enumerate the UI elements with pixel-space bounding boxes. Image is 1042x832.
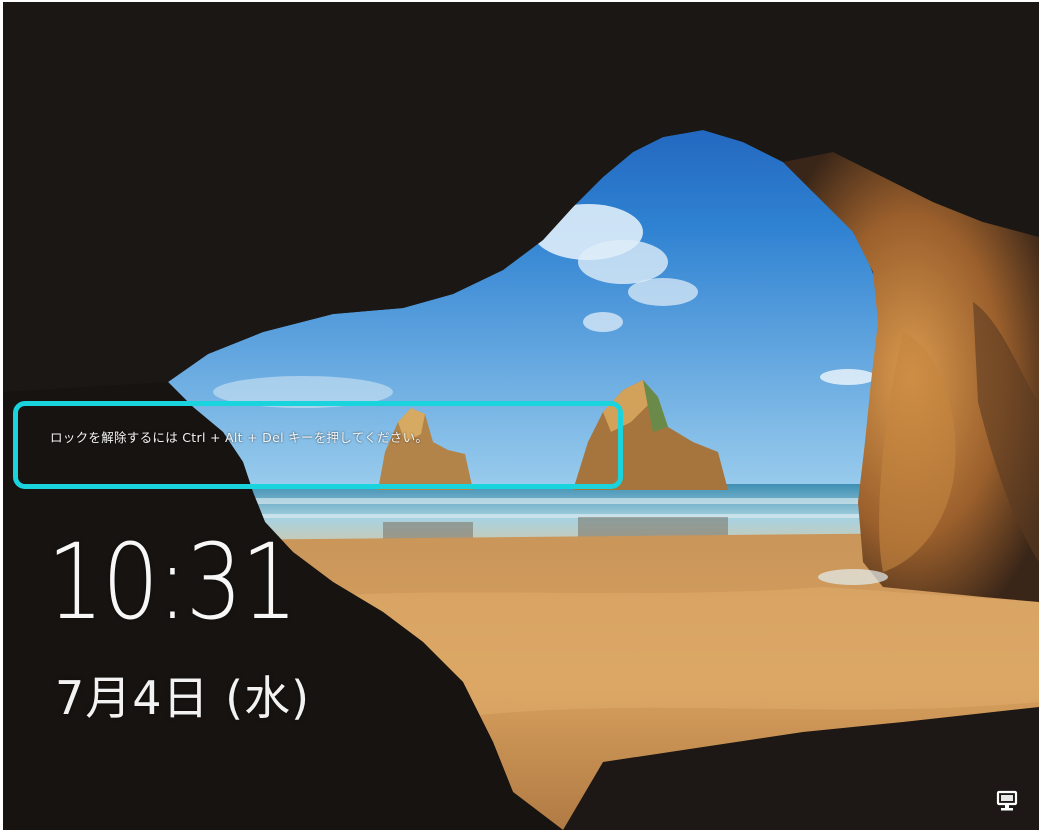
unlock-instruction-text: ロックを解除するには Ctrl + Alt + Del キーを押してください。: [50, 430, 429, 445]
lock-screen-time: 10:31: [47, 521, 298, 643]
lock-screen-date: 7月4日 (水): [55, 671, 311, 725]
lock-screen: ロックを解除するには Ctrl + Alt + Del キーを押してください。 …: [3, 2, 1039, 830]
network-icon[interactable]: [995, 789, 1021, 813]
